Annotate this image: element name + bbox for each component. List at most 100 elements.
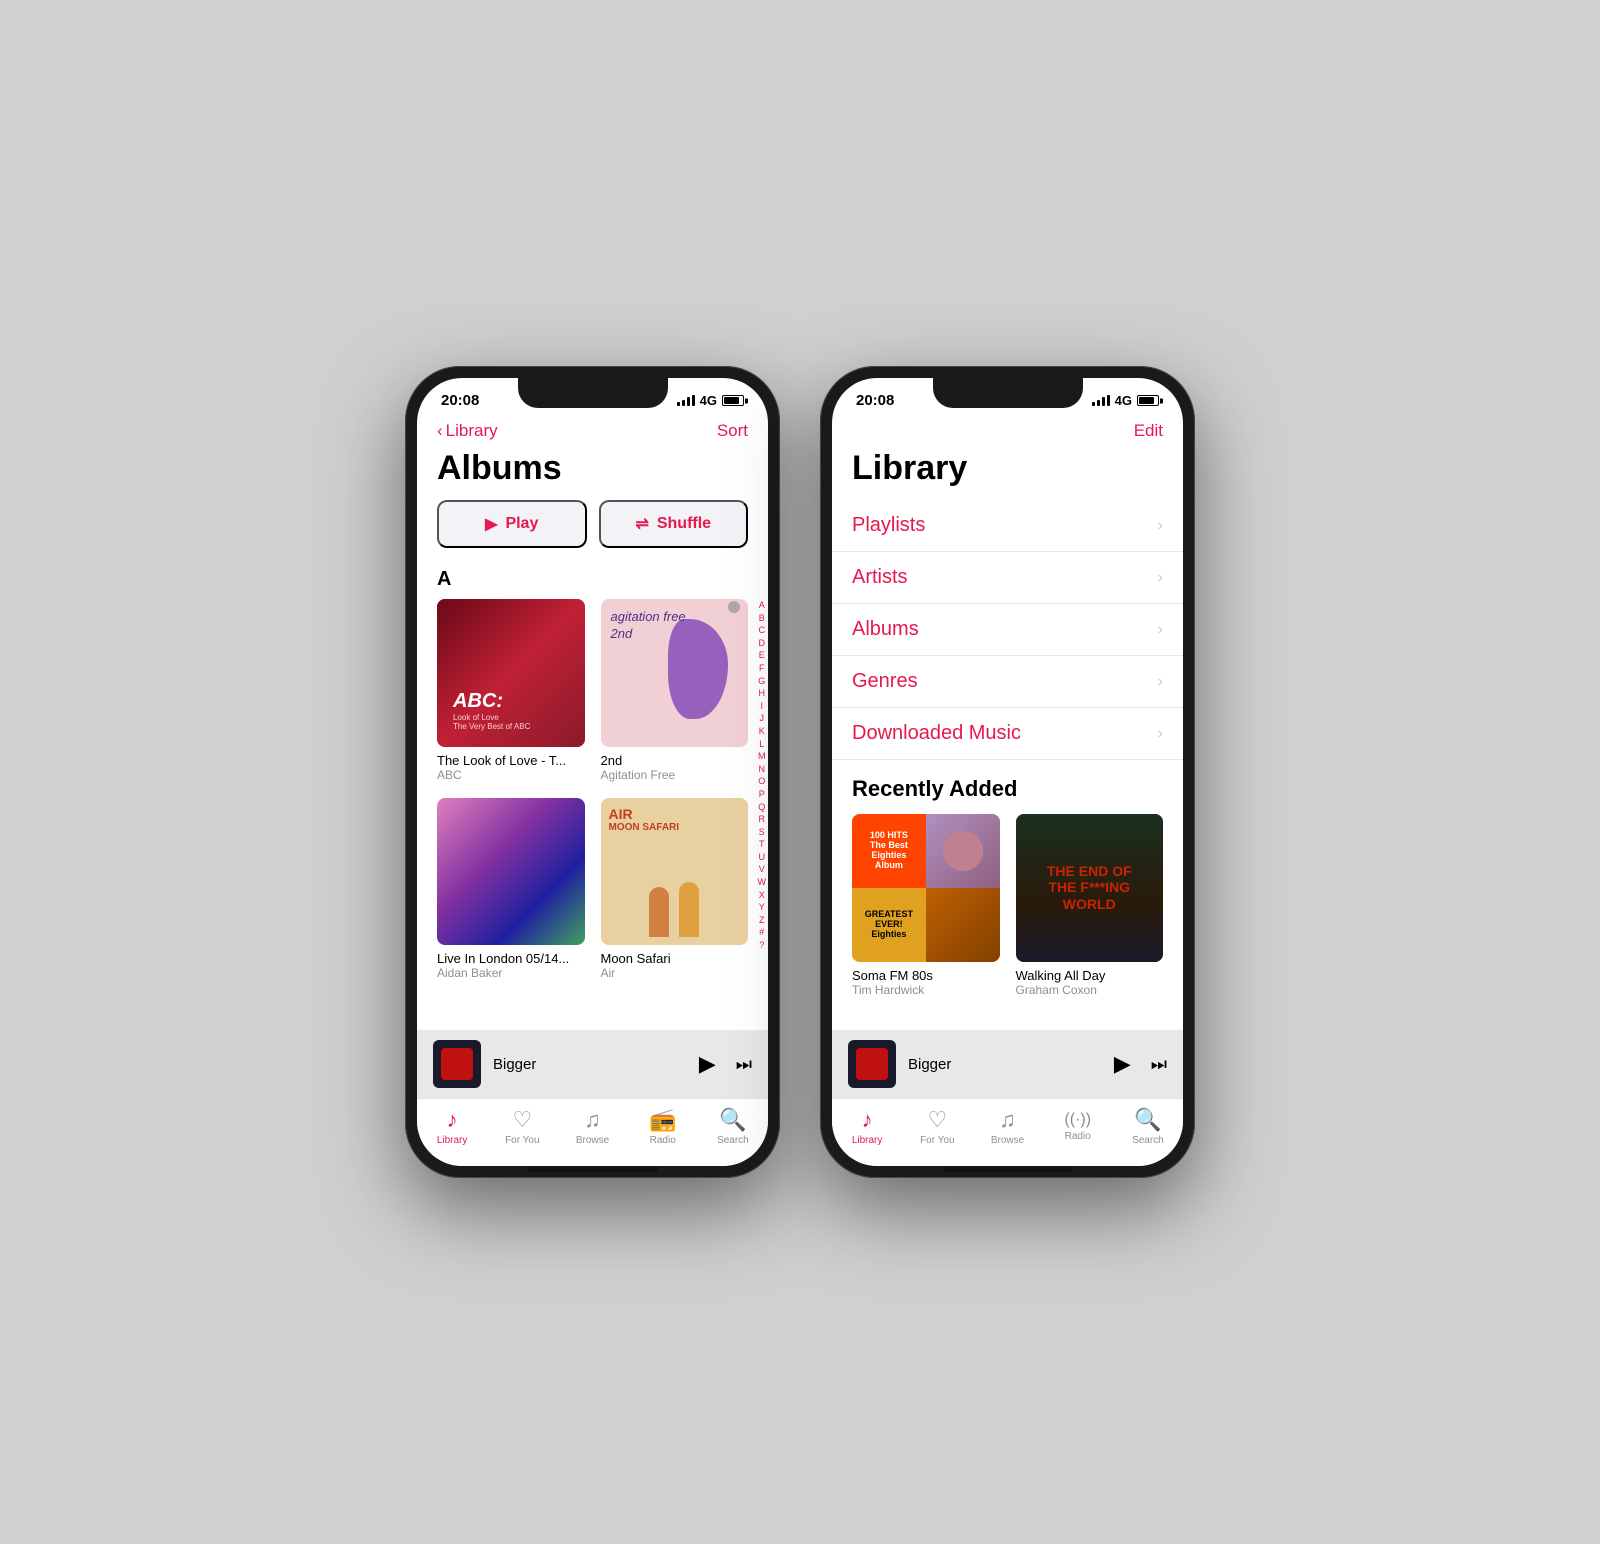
play-icon: ▶ — [485, 514, 497, 534]
network-type-1: 4G — [700, 393, 717, 408]
home-indicator-2 — [943, 1167, 1073, 1172]
alpha-f[interactable]: F — [759, 662, 765, 675]
edit-button[interactable]: Edit — [1134, 421, 1163, 441]
ra-art-walking: THE END OFTHE F***INGWORLD — [1016, 814, 1164, 962]
alphabet-sidebar[interactable]: A B C D E F G H I J K L M N O — [758, 599, 767, 952]
chevron-right-artists: › — [1158, 569, 1163, 587]
library-item-downloaded-label: Downloaded Music — [852, 722, 1021, 745]
alpha-w[interactable]: W — [758, 876, 767, 889]
alpha-v[interactable]: V — [759, 863, 765, 876]
tab-bar-2: ♪ Library ♡ For You ♫ Browse ((·)) Radio… — [832, 1098, 1183, 1166]
alpha-j[interactable]: J — [760, 712, 765, 725]
back-button-1[interactable]: ‹ Library — [437, 421, 498, 441]
album-artist-abc: ABC — [437, 768, 585, 782]
alpha-e[interactable]: E — [759, 649, 765, 662]
sort-button[interactable]: Sort — [717, 421, 748, 441]
tab-radio-1[interactable]: 📻 Radio — [628, 1107, 698, 1146]
np-play-button-2[interactable]: ▶ — [1114, 1051, 1131, 1077]
tab-library-2[interactable]: ♪ Library — [832, 1107, 902, 1146]
library-item-playlists[interactable]: Playlists › — [832, 500, 1183, 552]
now-playing-bar-1[interactable]: Bigger ▶ ⏭ — [417, 1030, 768, 1098]
tab-foryou-1[interactable]: ♡ For You — [487, 1107, 557, 1146]
library-item-artists[interactable]: Artists › — [832, 552, 1183, 604]
eighties-q1: 100 HITSThe BestEightiesAlbum — [852, 814, 926, 888]
screen-content-1: Albums ▶ Play ⇌ Shuffle A — [417, 445, 768, 1166]
network-type-2: 4G — [1115, 393, 1132, 408]
tab-search-1[interactable]: 🔍 Search — [698, 1107, 768, 1146]
album-item-abc[interactable]: ABC: Look of LoveThe Very Best of ABC Th… — [437, 599, 585, 782]
play-label: Play — [505, 515, 538, 533]
alpha-d[interactable]: D — [759, 637, 766, 650]
shuffle-button[interactable]: ⇌ Shuffle — [599, 500, 749, 548]
radio-icon-2: ((·)) — [1064, 1111, 1091, 1129]
alpha-s[interactable]: S — [759, 826, 765, 839]
tab-browse-1[interactable]: ♫ Browse — [557, 1107, 627, 1146]
now-playing-bar-2[interactable]: Bigger ▶ ⏭ — [832, 1030, 1183, 1098]
tab-library-label-1: Library — [437, 1135, 468, 1146]
alpha-p[interactable]: P — [759, 788, 765, 801]
alpha-q2[interactable]: ? — [759, 939, 764, 952]
np-ff-button-1[interactable]: ⏭ — [736, 1054, 752, 1075]
tab-library-1[interactable]: ♪ Library — [417, 1107, 487, 1146]
alpha-r[interactable]: R — [759, 813, 766, 826]
signal-bar-2-4 — [1107, 395, 1110, 406]
scroll-area-2[interactable]: Playlists › Artists › Albums › Genres › — [832, 500, 1183, 1030]
alpha-b[interactable]: B — [759, 612, 765, 625]
album-grid: ABC: Look of LoveThe Very Best of ABC Th… — [417, 599, 768, 980]
notch — [518, 378, 668, 408]
action-buttons: ▶ Play ⇌ Shuffle — [417, 500, 768, 564]
alpha-g[interactable]: G — [758, 675, 765, 688]
album-item-moon[interactable]: AIR MOON SAFARI Moon Safari Air — [601, 798, 749, 981]
scroll-area-1[interactable]: ▶ Play ⇌ Shuffle A — [417, 500, 768, 1030]
browse-icon-1: ♫ — [584, 1107, 601, 1133]
tab-radio-2[interactable]: ((·)) Radio — [1043, 1111, 1113, 1142]
album-title-agitation: 2nd — [601, 753, 749, 768]
alpha-l[interactable]: L — [759, 738, 764, 751]
album-item-agitation[interactable]: agitation free 2nd 2nd Agitation Free — [601, 599, 749, 782]
tab-foryou-2[interactable]: ♡ For You — [902, 1107, 972, 1146]
library-item-albums[interactable]: Albums › — [832, 604, 1183, 656]
alpha-m[interactable]: M — [758, 750, 766, 763]
ra-item-walking[interactable]: THE END OFTHE F***INGWORLD Walking All D… — [1016, 814, 1164, 997]
alpha-o[interactable]: O — [758, 775, 765, 788]
tab-browse-2[interactable]: ♫ Browse — [972, 1107, 1042, 1146]
eighties-q2-inner — [926, 814, 1000, 888]
alpha-q[interactable]: Q — [758, 801, 765, 814]
alpha-x[interactable]: X — [759, 889, 765, 902]
back-label-1: Library — [446, 421, 498, 441]
alpha-y[interactable]: Y — [759, 901, 765, 914]
alpha-c[interactable]: C — [759, 624, 766, 637]
album-item-london[interactable]: Live In London 05/14... Aidan Baker — [437, 798, 585, 981]
eighties-q4 — [926, 888, 1000, 962]
phone-2: 20:08 4G Edit Library — [820, 366, 1195, 1178]
signal-bar-2 — [682, 400, 685, 406]
alpha-h[interactable]: H — [759, 687, 766, 700]
np-art-2 — [848, 1040, 896, 1088]
eighties-q4-inner — [926, 888, 1000, 962]
alpha-i[interactable]: I — [760, 700, 763, 713]
chevron-left-icon: ‹ — [437, 421, 443, 441]
alpha-t[interactable]: T — [759, 838, 765, 851]
album-artist-moon: Air — [601, 966, 749, 980]
alpha-hash[interactable]: # — [759, 926, 764, 939]
alpha-n[interactable]: N — [759, 763, 766, 776]
np-ff-button-2[interactable]: ⏭ — [1151, 1054, 1167, 1075]
library-item-genres[interactable]: Genres › — [832, 656, 1183, 708]
library-item-downloaded[interactable]: Downloaded Music › — [832, 708, 1183, 760]
signal-bar-4 — [692, 395, 695, 406]
signal-bar-2-3 — [1102, 397, 1105, 406]
ra-item-soma[interactable]: 100 HITSThe BestEightiesAlbum GREATEST E… — [852, 814, 1000, 997]
heart-icon-1: ♡ — [512, 1107, 532, 1133]
tab-search-2[interactable]: 🔍 Search — [1113, 1107, 1183, 1146]
alpha-a[interactable]: A — [759, 599, 765, 612]
np-art-inner-1 — [441, 1048, 473, 1080]
alpha-u[interactable]: U — [759, 851, 766, 864]
shuffle-icon: ⇌ — [635, 514, 648, 534]
np-play-button-1[interactable]: ▶ — [699, 1051, 716, 1077]
alpha-z[interactable]: Z — [759, 914, 765, 927]
alpha-k[interactable]: K — [759, 725, 765, 738]
tab-browse-label-2: Browse — [991, 1135, 1024, 1146]
chevron-right-albums: › — [1158, 621, 1163, 639]
figure-1 — [649, 887, 669, 937]
play-button[interactable]: ▶ Play — [437, 500, 587, 548]
